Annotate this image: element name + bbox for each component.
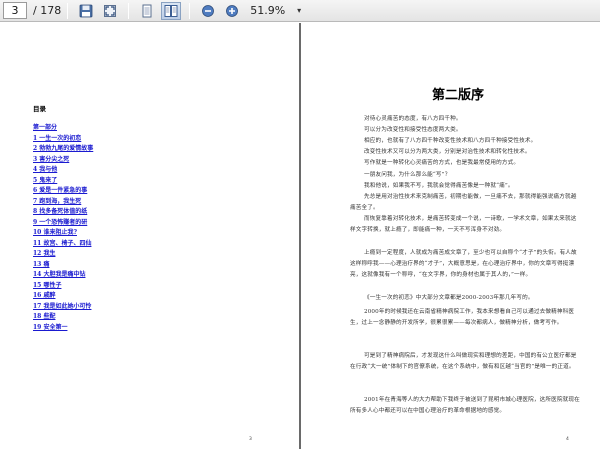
two-page-view-button[interactable] (161, 1, 182, 20)
toolbar-separator (189, 2, 191, 19)
toc-item: 9 一个恐怖赚者的研 (33, 214, 93, 226)
left-page-number: 3 (249, 437, 252, 442)
body-paragraph: 2000年的时候我还在云南省精神病院工作，我本来想看自己可以通过去做精神科医生，… (350, 309, 575, 327)
zoom-dropdown-icon[interactable]: ▾ (297, 6, 301, 15)
document-viewer: 目录 第一部分 1 一生一次的初恋 2 勃勃九尾的爱情故事 3 害分尖之死 4 … (0, 23, 600, 449)
toolbar: / 178 (0, 0, 600, 22)
toc-item: 19 安全第一 (33, 319, 93, 331)
zoom-out-icon (202, 4, 215, 17)
toc-item: 17 我是如此她小可怜 (33, 298, 93, 310)
chapter-title: 第二版序 (432, 88, 485, 103)
body-paragraph: 我和他说，如果我不写，我就会觉得痛苦像是一种就“痛”。 (364, 183, 514, 189)
fullscreen-button[interactable] (100, 2, 120, 20)
zoom-out-button[interactable] (198, 2, 218, 20)
toc-item: 15 哪性子 (33, 277, 93, 289)
right-page-number: 4 (566, 437, 569, 442)
zoom-in-icon (226, 4, 239, 17)
save-button[interactable] (76, 2, 96, 20)
body-paragraph: 《一生一次的初恋》中大部分文章都是2000-2003年那几年写的。 (364, 295, 534, 301)
toc-item: 13 痛 (33, 256, 93, 268)
body-paragraph: 写作就是一种转化心灵痛苦的方式，也是我最常使用的方式。 (364, 160, 520, 166)
body-paragraph: 对待心灵痛苦的态度，有八方四千种。 (364, 116, 462, 122)
fullscreen-icon (104, 4, 117, 17)
toc-item: 第一部分 (33, 119, 93, 131)
toc-item: 6 爱是一件紧急的事 (33, 182, 93, 194)
body-paragraph: 先总是用对治性技术来克制痛苦，初期也能做，一旦痛不去，那就得能强说痛方就越痛苦全… (350, 194, 577, 212)
toc-item: 11 故宫、椅子、四仙 (33, 235, 93, 247)
page-divider (299, 23, 301, 449)
page-number-input[interactable] (3, 2, 27, 19)
toc-item: 1 一生一次的初恋 (33, 130, 93, 142)
zoom-in-button[interactable] (222, 2, 242, 20)
toolbar-separator (128, 2, 130, 19)
body-paragraph: 上瘾到一定程度，人就成为痛苦成文章了，至少也可以自称个“才子”的头衔。有人故这样… (350, 250, 577, 279)
toc-item: 5 鬼来了 (33, 172, 93, 184)
toc-link[interactable]: 19 安全第一 (33, 324, 67, 331)
toc-item: 8 找多备死体值的纸 (33, 203, 93, 215)
single-page-view-button[interactable] (137, 2, 157, 20)
body-paragraph: 相应的，也就有了八方四千种改变性技术和八方四千种接受性技术。 (364, 138, 537, 144)
toc-item: 16 戚醉 (33, 287, 93, 299)
body-paragraph: 2001年在青海等人的大力帮助下我终于被送到了昆明市城心理医院，这所医院就现在所… (350, 397, 580, 415)
two-page-icon (164, 4, 178, 17)
toc-item: 2 勃勃九尾的爱情故事 (33, 140, 93, 152)
body-paragraph: 而恢复靠着对转化技术，是痛苦转变成一个说，一诗歌，一学术文章，如果太来就这样文字… (350, 216, 577, 234)
body-paragraph: 可以分为改变性和接受性态度两大类。 (364, 127, 462, 133)
total-pages-label: / 178 (33, 4, 62, 17)
save-icon (79, 4, 93, 17)
toolbar-separator (67, 2, 69, 19)
toc-item: 7 跑到海，我生死 (33, 193, 93, 205)
body-paragraph: 可是到了精神病院后，才发现这什么叫做现实和理想的差距，中国的有公立医疗都是在行政… (350, 353, 577, 371)
toc-list: 第一部分 1 一生一次的初恋 2 勃勃九尾的爱情故事 3 害分尖之死 4 我与他… (33, 119, 93, 331)
single-page-icon (142, 4, 152, 17)
body-paragraph: 改变性技术又可以分为两大类，分别是对治性技术和转化性技术。 (364, 149, 531, 155)
zoom-level[interactable]: 51.9% (250, 4, 285, 17)
toc-item: 3 害分尖之死 (33, 151, 93, 163)
toc-title: 目录 (33, 105, 46, 113)
toc-item: 14 大胆我是痛中钻 (33, 266, 93, 278)
body-paragraph: 一朋友问我，为什么那么能“写”？ (364, 172, 451, 178)
